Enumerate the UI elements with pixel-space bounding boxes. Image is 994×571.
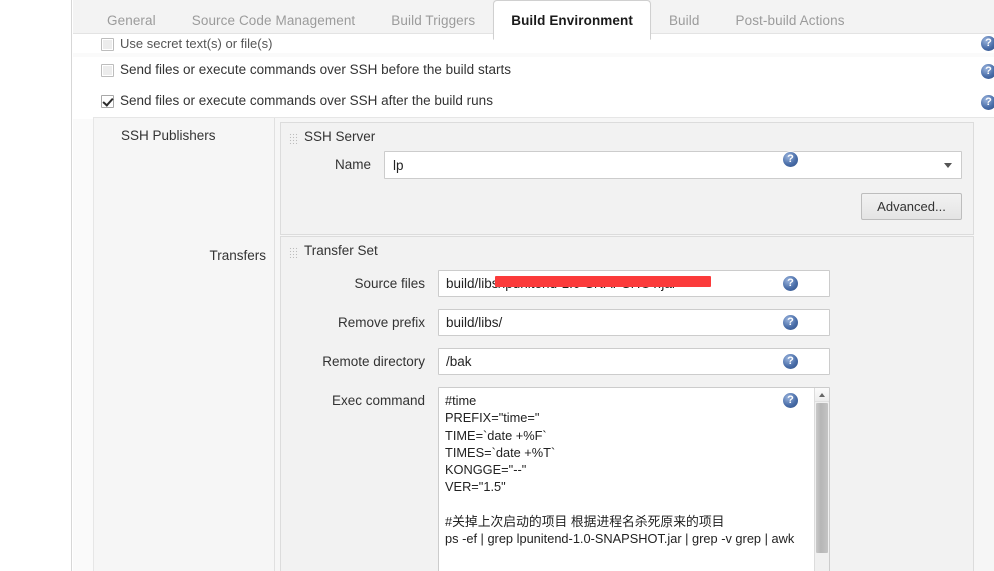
help-icon[interactable] [783, 392, 798, 408]
tab-label: Post-build Actions [735, 12, 845, 28]
help-icon[interactable] [783, 353, 798, 369]
source-files-input[interactable] [438, 270, 830, 297]
ssh-after-build-checkbox[interactable] [101, 95, 114, 113]
checkbox-box [101, 38, 114, 51]
checkbox-row-ssh-before-build[interactable]: Send files or execute commands over SSH … [73, 57, 994, 88]
use-secret-text-label: Use secret text(s) or file(s) [120, 36, 273, 51]
help-icon[interactable] [981, 35, 994, 51]
chevron-down-icon [944, 163, 952, 168]
transfer-set-title: Transfer Set [304, 243, 378, 258]
help-icon[interactable] [981, 63, 994, 79]
transfer-set-panel: Transfer Set Source files Remove prefix … [280, 236, 974, 571]
exec-command-label: Exec command [331, 393, 425, 408]
ssh-publishers-section: SSH Publishers SSH Server Name lp Advanc… [93, 117, 994, 571]
exec-command-textarea[interactable]: #time PREFIX="time=" TIME=`date +%F` TIM… [438, 387, 830, 571]
advanced-button[interactable]: Advanced... [861, 193, 962, 220]
remove-prefix-input[interactable] [438, 309, 830, 336]
ssh-publishers-label: SSH Publishers [121, 128, 216, 143]
remove-prefix-label: Remove prefix [337, 315, 425, 330]
ssh-before-build-label: Send files or execute commands over SSH … [120, 62, 511, 77]
source-files-label: Source files [354, 276, 425, 291]
help-icon[interactable] [981, 94, 994, 110]
checkbox-row-ssh-after-build[interactable]: Send files or execute commands over SSH … [73, 88, 994, 119]
ssh-server-title: SSH Server [304, 129, 376, 144]
ssh-server-name-select[interactable]: lp [384, 151, 962, 179]
tab-label: Source Code Management [191, 12, 356, 28]
help-icon[interactable] [783, 275, 798, 291]
ssh-before-build-checkbox[interactable] [101, 64, 114, 82]
checkbox-box [101, 64, 114, 77]
section-divider [274, 118, 275, 571]
scroll-up-arrow-icon[interactable] [815, 388, 829, 402]
advanced-button-label: Advanced... [877, 199, 946, 214]
left-gutter [0, 0, 72, 571]
config-page: General Source Code Management Build Tri… [73, 0, 994, 571]
jenkins-job-config-screen: General Source Code Management Build Tri… [0, 0, 994, 571]
tab-label: Build [668, 12, 700, 28]
remote-directory-label: Remote directory [322, 354, 425, 369]
transfers-label: Transfers [209, 248, 266, 263]
ssh-server-name-value: lp [393, 157, 404, 173]
ssh-server-panel: SSH Server Name lp Advanced... [280, 122, 974, 235]
drag-grip-icon[interactable] [289, 247, 299, 258]
help-icon[interactable] [783, 314, 798, 330]
checkbox-box [101, 95, 114, 108]
ssh-after-build-label: Send files or execute commands over SSH … [120, 93, 493, 108]
tab-label: Build Environment [511, 12, 633, 28]
exec-command-text: #time PREFIX="time=" TIME=`date +%F` TIM… [445, 393, 795, 547]
tab-build-environment[interactable]: Build Environment [493, 0, 651, 40]
tab-label: Build Triggers [391, 12, 476, 28]
help-icon[interactable] [783, 151, 798, 167]
tab-label: General [107, 12, 156, 28]
build-environment-form: Use secret text(s) or file(s) Send files… [73, 33, 994, 571]
scrollbar-thumb[interactable] [816, 403, 828, 553]
remote-directory-input[interactable] [438, 348, 830, 375]
exec-command-scrollbar[interactable] [814, 388, 829, 571]
use-secret-text-checkbox[interactable] [101, 38, 114, 53]
name-label: Name [334, 157, 371, 172]
drag-grip-icon[interactable] [289, 133, 299, 144]
